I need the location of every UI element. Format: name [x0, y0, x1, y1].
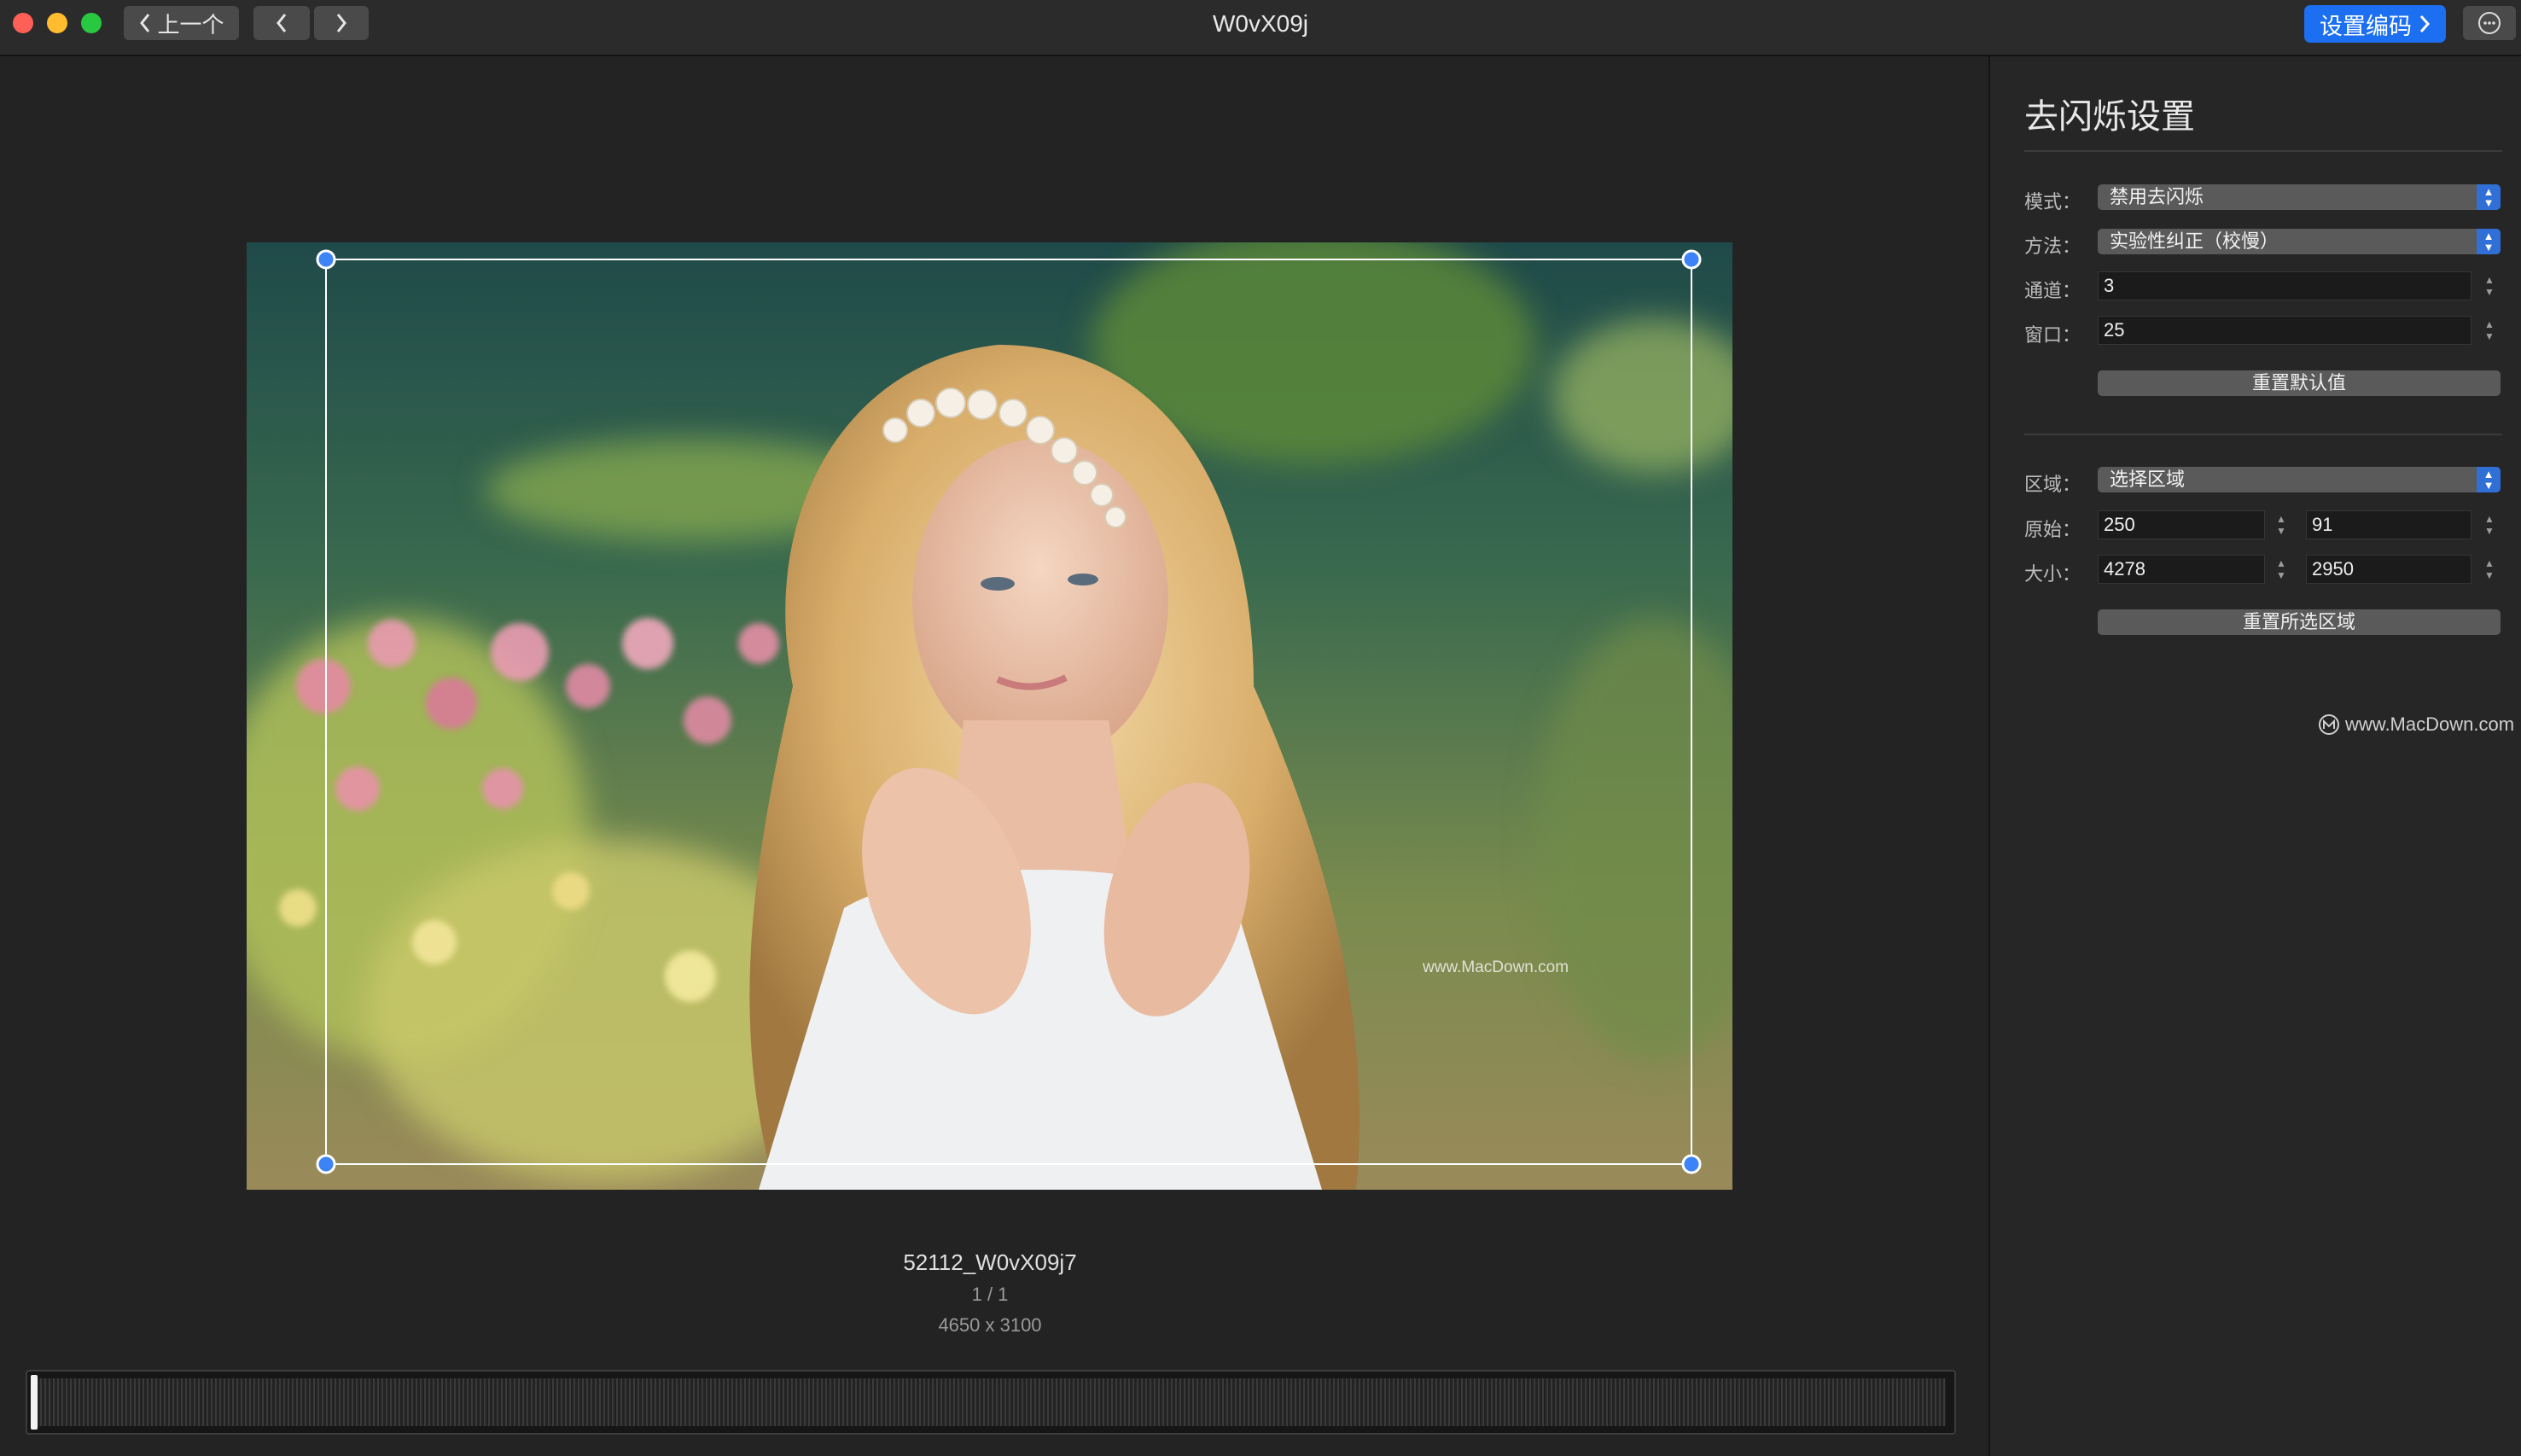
- timeline-scrubber[interactable]: [26, 1370, 1956, 1435]
- panel-title: 去闪烁设置: [2024, 98, 2195, 136]
- origin-y-field[interactable]: 91: [2306, 510, 2472, 539]
- window-title: W0vX09j: [1212, 10, 1309, 37]
- reset-region-button[interactable]: 重置所选区域: [2098, 609, 2501, 635]
- size-label: 大小：: [2024, 563, 2081, 585]
- set-encoding-label: 设置编码: [2320, 13, 2412, 39]
- divider: [2024, 150, 2502, 152]
- region-select[interactable]: 选择区域 ▲ ▼: [2098, 467, 2501, 492]
- divider: [2024, 434, 2502, 435]
- macdown-logo-icon: [2319, 714, 2339, 735]
- deflicker-settings-panel: 去闪烁设置 模式： 禁用去闪烁 ▲ ▼ 方法： 实验性纠正（校慢） ▲ ▼ 通道： …: [1990, 56, 2521, 1456]
- window-stepper[interactable]: ▲ ▼: [2482, 316, 2497, 345]
- window-field[interactable]: 25: [2098, 316, 2472, 345]
- chevron-updown-icon: ▲ ▼: [2477, 184, 2501, 210]
- origin-label: 原始：: [2024, 519, 2081, 540]
- mode-label: 模式：: [2024, 191, 2081, 213]
- channel-field[interactable]: 3: [2098, 271, 2472, 300]
- method-select[interactable]: 实验性纠正（校慢） ▲ ▼: [2098, 229, 2501, 254]
- title-bar: 上一个 W0vX09j 设置编码: [0, 0, 2521, 56]
- size-height-field[interactable]: 2950: [2306, 555, 2472, 584]
- mode-select[interactable]: 禁用去闪烁 ▲ ▼: [2098, 184, 2501, 210]
- file-index: 1 / 1: [971, 1284, 1009, 1305]
- timeline-frames: [36, 1378, 1946, 1426]
- timeline-playhead[interactable]: [31, 1375, 38, 1430]
- more-options-button[interactable]: [2463, 6, 2516, 40]
- panel-watermark-text: www.MacDown.com: [2345, 713, 2515, 735]
- panel-watermark: www.MacDown.com: [2318, 713, 2514, 736]
- preview-photo[interactable]: www.MacDown.com: [247, 242, 1732, 1190]
- region-select-value: 选择区域: [2110, 469, 2186, 490]
- size-height-stepper[interactable]: ▲ ▼: [2482, 555, 2497, 584]
- region-label: 区域：: [2024, 474, 2081, 495]
- chevron-right-icon: [2419, 15, 2431, 32]
- selection-handle-top-right[interactable]: [1681, 249, 1702, 270]
- file-name: 52112_W0vX09j7: [903, 1249, 1077, 1275]
- chevron-updown-icon: ▲ ▼: [2477, 467, 2501, 492]
- selection-handle-bottom-right[interactable]: [1681, 1154, 1702, 1174]
- selection-handle-bottom-left[interactable]: [316, 1154, 336, 1174]
- method-label: 方法：: [2024, 236, 2081, 257]
- size-width-field[interactable]: 4278: [2098, 555, 2265, 584]
- window-label: 窗口：: [2024, 324, 2081, 346]
- channel-stepper[interactable]: ▲ ▼: [2482, 271, 2497, 300]
- portrait-photo-image: [247, 242, 1732, 1190]
- origin-x-stepper[interactable]: ▲ ▼: [2274, 510, 2289, 539]
- method-select-value: 实验性纠正（校慢）: [2110, 230, 2279, 252]
- origin-x-field[interactable]: 250: [2098, 510, 2265, 539]
- ellipsis-circle-icon: [2478, 12, 2501, 34]
- channel-label: 通道：: [2024, 280, 2081, 301]
- mode-select-value: 禁用去闪烁: [2110, 186, 2204, 207]
- selection-handle-top-left[interactable]: [316, 249, 336, 270]
- size-width-stepper[interactable]: ▲ ▼: [2274, 555, 2289, 584]
- chevron-updown-icon: ▲ ▼: [2477, 229, 2501, 254]
- photo-watermark: www.MacDown.com: [1423, 958, 1569, 976]
- set-encoding-button[interactable]: 设置编码: [2304, 5, 2446, 43]
- reset-defaults-button[interactable]: 重置默认值: [2098, 370, 2501, 396]
- origin-y-stepper[interactable]: ▲ ▼: [2482, 510, 2497, 539]
- file-dimensions: 4650 x 3100: [938, 1314, 1042, 1336]
